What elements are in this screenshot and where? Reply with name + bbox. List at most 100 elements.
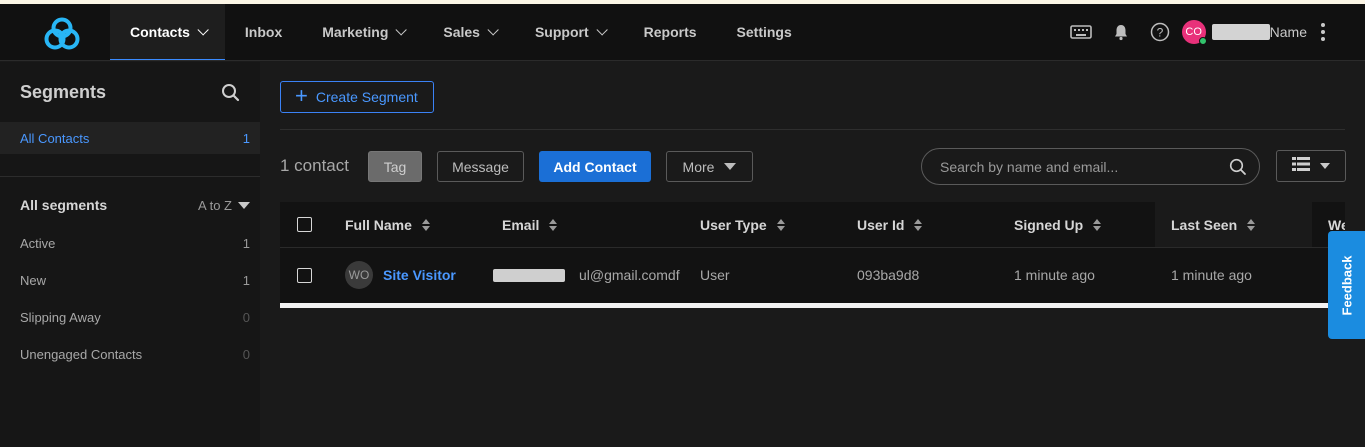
segment-label: Active — [20, 236, 56, 251]
tag-button[interactable]: Tag — [368, 151, 422, 182]
avatar: CO — [1181, 20, 1207, 45]
list-view-icon — [1292, 156, 1310, 176]
sort-dropdown[interactable]: A to Z — [198, 198, 250, 213]
message-label: Message — [452, 158, 509, 175]
nav-reports[interactable]: Reports — [624, 4, 717, 60]
sidebar-header: Segments — [0, 62, 260, 122]
segments-header: All segments A to Z — [0, 185, 260, 225]
svg-text:?: ? — [1156, 26, 1163, 40]
cell-full-name: WO Site Visitor — [345, 248, 456, 302]
nav-inbox[interactable]: Inbox — [225, 4, 302, 60]
app-logo-icon[interactable] — [44, 16, 80, 50]
keyboard-icon[interactable] — [1069, 24, 1092, 40]
create-segment-button[interactable]: + Create Segment — [280, 81, 434, 113]
online-status-icon — [1198, 37, 1207, 45]
main-nav: Contacts Inbox Marketing Sales Support R… — [110, 4, 812, 60]
contact-name-link[interactable]: Site Visitor — [383, 267, 456, 283]
segment-count: 0 — [242, 347, 250, 362]
email-text: ul@gmail.comdf — [579, 267, 680, 283]
column-label: Last Seen — [1171, 216, 1238, 233]
cell-signed-up: 1 minute ago — [1014, 267, 1095, 283]
help-icon[interactable]: ? — [1150, 22, 1170, 42]
column-label: User Type — [700, 216, 767, 233]
bell-icon[interactable] — [1112, 23, 1130, 41]
add-contact-button[interactable]: Add Contact — [539, 151, 651, 182]
row-checkbox[interactable] — [297, 267, 312, 283]
nav-sales[interactable]: Sales — [423, 4, 515, 60]
avatar: WO — [345, 261, 373, 289]
user-menu[interactable]: CO Name — [1181, 20, 1307, 45]
column-label: User Id — [857, 216, 905, 233]
cell-user-id: 093ba9d8 — [857, 267, 920, 283]
topbar-actions: ? CO Name — [1069, 4, 1325, 60]
nav-marketing-label: Marketing — [322, 24, 389, 40]
nav-contacts-label: Contacts — [130, 23, 190, 40]
feedback-tab[interactable]: Feedback — [1328, 231, 1365, 339]
nav-reports-label: Reports — [643, 24, 697, 40]
sort-icon — [776, 218, 785, 231]
all-contacts-label: All Contacts — [20, 130, 90, 146]
search-input[interactable] — [940, 158, 1220, 175]
sort-label: A to Z — [198, 197, 232, 213]
caret-down-icon — [724, 163, 737, 170]
sidebar-item-all-contacts[interactable]: All Contacts 1 — [0, 122, 260, 154]
plus-icon: + — [295, 83, 308, 108]
column-label: Full Name — [345, 216, 412, 233]
top-navbar: Contacts Inbox Marketing Sales Support R… — [0, 4, 1365, 61]
avatar-initials: CO — [1185, 26, 1202, 38]
sidebar-item-slipping-away[interactable]: Slipping Away 0 — [0, 299, 260, 336]
segment-count: 1 — [242, 273, 250, 288]
search-icon[interactable] — [1229, 158, 1247, 176]
search-icon[interactable] — [221, 83, 240, 102]
cell-email: ul@gmail.comdf — [493, 248, 680, 302]
sort-icon — [1093, 218, 1102, 231]
cell-last-seen: 1 minute ago — [1171, 267, 1252, 283]
sort-icon — [549, 218, 558, 231]
sidebar-title: Segments — [20, 81, 107, 102]
message-button[interactable]: Message — [437, 151, 524, 182]
more-button[interactable]: More — [666, 151, 753, 182]
cell-user-type: User — [700, 267, 730, 283]
column-full-name[interactable]: Full Name — [345, 202, 430, 247]
sidebar-divider — [0, 176, 260, 177]
main-content: + Create Segment 1 contact Tag Message A… — [260, 62, 1365, 447]
redacted-email — [493, 268, 565, 282]
select-all-checkbox[interactable] — [297, 217, 312, 232]
segment-label: New — [20, 273, 47, 288]
column-signed-up[interactable]: Signed Up — [1014, 202, 1102, 247]
kebab-menu-icon[interactable] — [1321, 23, 1325, 41]
sidebar-item-active[interactable]: Active 1 — [0, 225, 260, 262]
column-user-type[interactable]: User Type — [700, 202, 785, 247]
tag-label: Tag — [383, 158, 407, 175]
create-segment-label: Create Segment — [315, 89, 418, 105]
nav-support[interactable]: Support — [515, 4, 624, 60]
segments-sidebar: Segments All Contacts 1 All segments A t… — [0, 62, 260, 447]
view-toggle-button[interactable] — [1276, 150, 1346, 182]
caret-down-icon — [1320, 163, 1330, 169]
column-user-id[interactable]: User Id — [857, 202, 923, 247]
avatar-initials: WO — [348, 268, 370, 282]
chevron-down-icon — [197, 23, 209, 36]
segment-label: Slipping Away — [20, 310, 101, 325]
nav-settings[interactable]: Settings — [717, 4, 812, 60]
column-email[interactable]: Email — [502, 202, 558, 247]
nav-contacts[interactable]: Contacts — [110, 4, 225, 60]
segment-count: 1 — [242, 236, 250, 251]
nav-marketing[interactable]: Marketing — [302, 4, 423, 60]
column-last-seen[interactable]: Last Seen — [1155, 202, 1312, 247]
chevron-down-icon — [596, 24, 608, 36]
sidebar-item-new[interactable]: New 1 — [0, 262, 260, 299]
more-label: More — [682, 158, 715, 175]
column-label: Signed Up — [1014, 216, 1084, 233]
sort-icon — [421, 218, 430, 231]
segments-header-title: All segments — [20, 197, 108, 213]
add-contact-label: Add Contact — [553, 158, 637, 175]
row-select-cell — [297, 248, 312, 302]
table-header: Full Name Email User Type User Id Signed… — [280, 202, 1345, 248]
caret-down-icon — [238, 201, 250, 209]
sort-icon — [1247, 218, 1256, 231]
nav-settings-label: Settings — [736, 24, 792, 40]
segment-label: Unengaged Contacts — [20, 347, 143, 362]
table-row[interactable]: WO Site Visitor ul@gmail.comdf User 093b… — [280, 248, 1345, 302]
sidebar-item-unengaged-contacts[interactable]: Unengaged Contacts 0 — [0, 336, 260, 373]
